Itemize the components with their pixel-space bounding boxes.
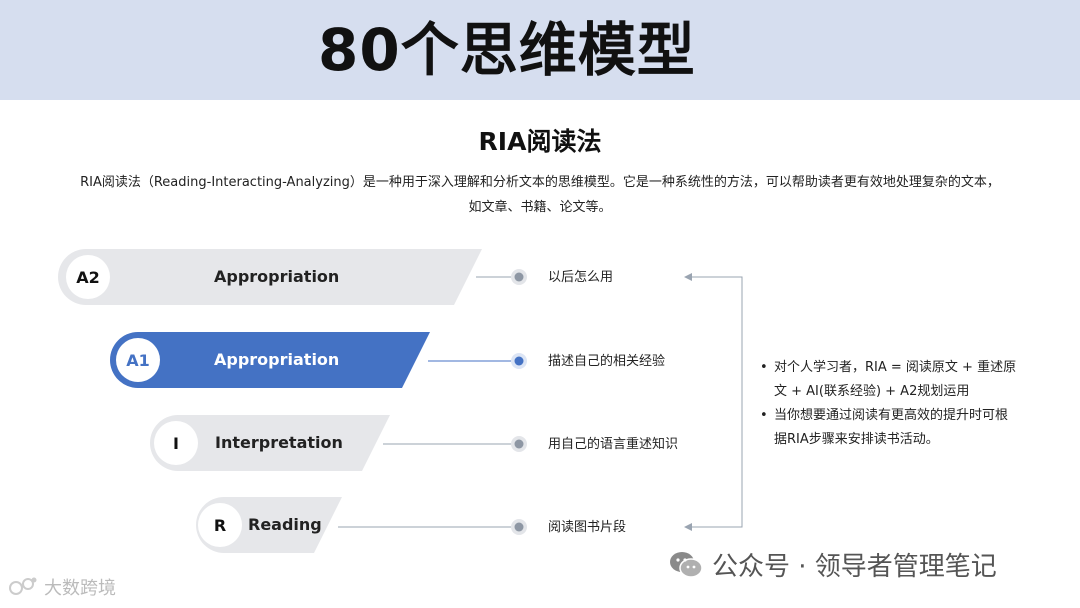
step-a1-label: Appropriation (214, 350, 340, 369)
step-i-desc: 用自己的语言重述知识 (548, 437, 679, 452)
step-a2: A2 Appropriation (58, 249, 482, 305)
intro-text: RIA阅读法（Reading-Interacting-Analyzing）是一种… (40, 170, 1040, 220)
note-item: 对个人学习者，RIA = 阅读原文 + 重述原文 + AI(联系经验) + A2… (760, 356, 1020, 404)
section-title: RIA阅读法 (478, 127, 602, 156)
dot-a1 (511, 353, 527, 369)
step-r-badge: R (198, 503, 242, 547)
notes-list: 对个人学习者，RIA = 阅读原文 + 重述原文 + AI(联系经验) + A2… (760, 356, 1020, 452)
arrow-up-icon (684, 273, 692, 281)
step-i-label: Interpretation (215, 433, 343, 452)
step-r: R Reading (196, 497, 342, 553)
intro-line-2: 如文章、书籍、论文等。 (468, 200, 612, 215)
dot-i (511, 436, 527, 452)
dot-a2 (511, 269, 527, 285)
arrow-bottom-icon (684, 523, 692, 531)
intro-line-1: RIA阅读法（Reading-Interacting-Analyzing）是一种… (80, 175, 1000, 190)
step-i: I Interpretation (150, 415, 390, 471)
step-a1-desc: 描述自己的相关经验 (548, 354, 666, 369)
note-item: 当你想要通过阅读有更高效的提升时可根据RIA步骤来安排读书活动。 (760, 404, 1020, 452)
step-a1-badge: A1 (116, 338, 160, 382)
watermark: 大数跨境 (8, 574, 116, 600)
step-a2-desc: 以后怎么用 (548, 270, 614, 285)
watermark-text: 大数跨境 (44, 578, 116, 599)
step-r-label: Reading (248, 515, 322, 534)
step-a2-badge: A2 (66, 255, 110, 299)
page-title: 80个思维模型 (318, 16, 696, 84)
bracket-line (688, 276, 743, 528)
wechat-icon (670, 551, 703, 578)
step-i-badge: I (154, 421, 198, 465)
footer: 公众号 · 领导者管理笔记 (668, 546, 997, 583)
step-r-desc: 阅读图书片段 (548, 520, 627, 535)
footer-text: 公众号 · 领导者管理笔记 (712, 552, 997, 582)
dot-r (511, 519, 527, 535)
step-a2-label: Appropriation (214, 267, 340, 286)
step-a1: A1 Appropriation (110, 332, 430, 388)
watermark-logo-icon (9, 577, 37, 595)
